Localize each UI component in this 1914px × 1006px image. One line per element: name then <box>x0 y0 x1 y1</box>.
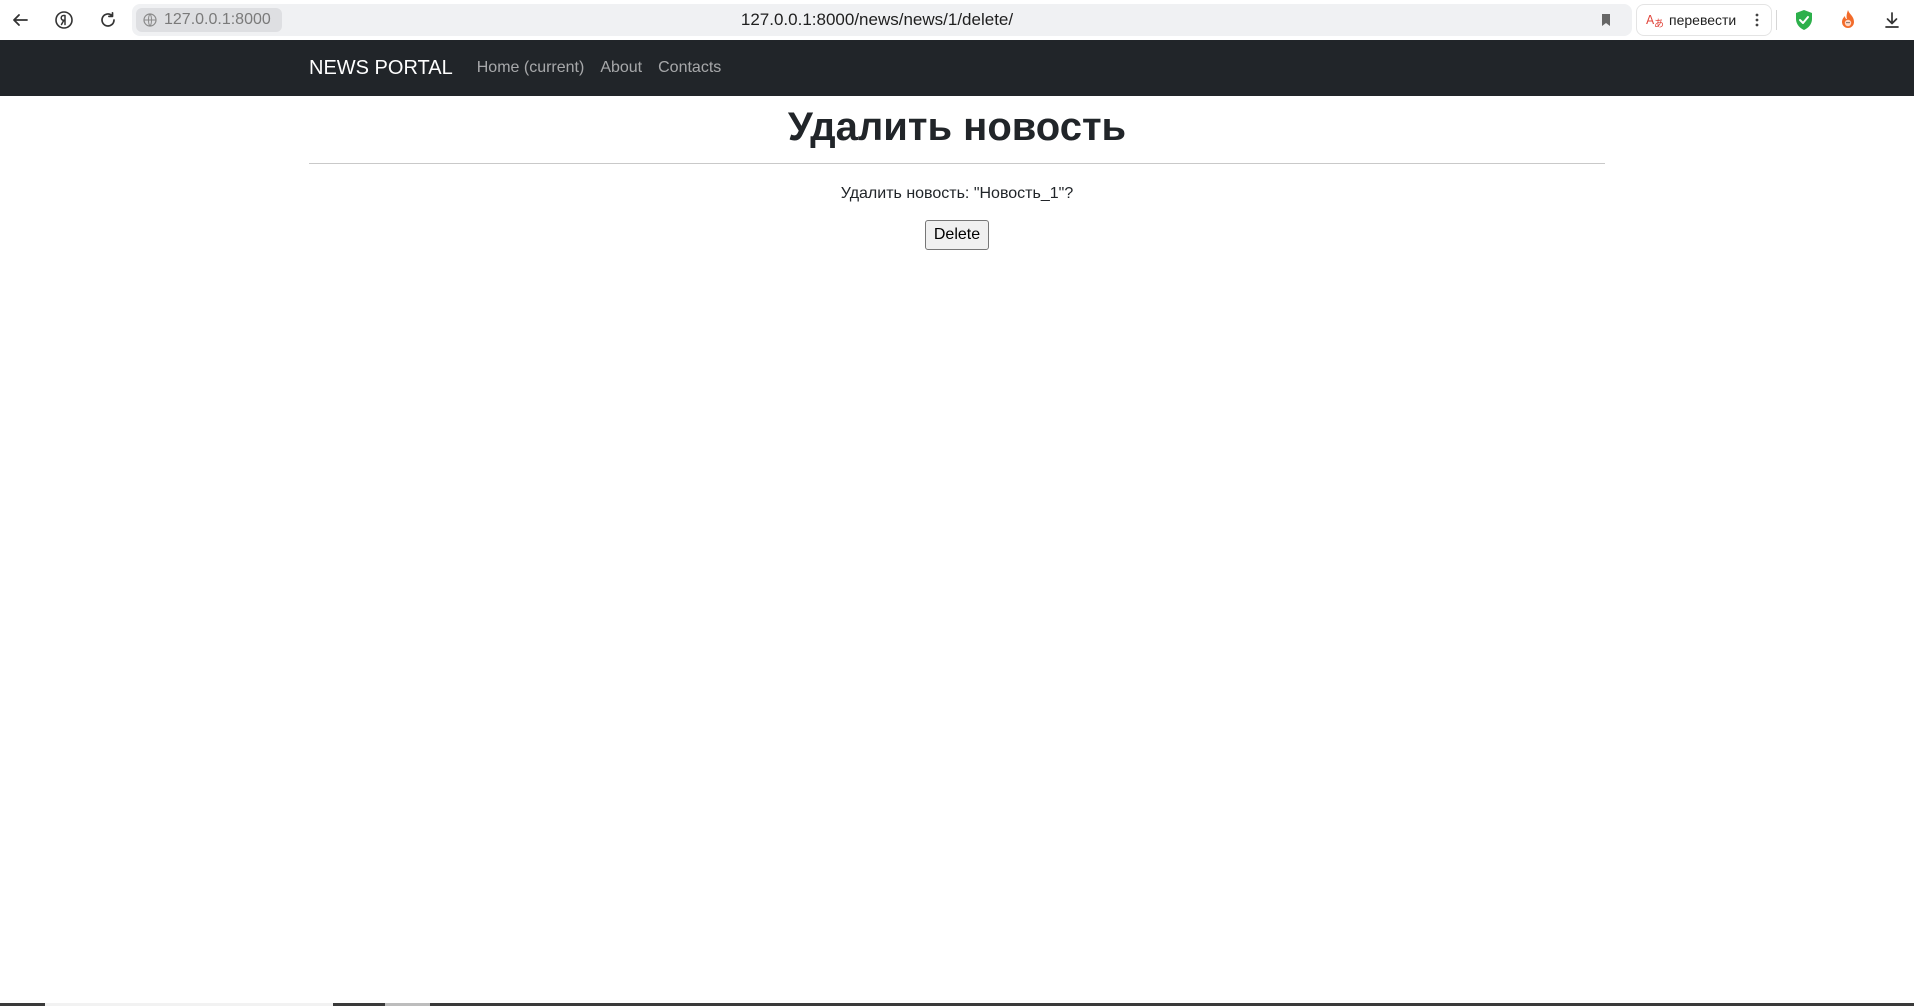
origin-text: 127.0.0.1:8000 <box>164 11 271 28</box>
button-row: Delete <box>309 220 1605 250</box>
main-content: Удалить новость Удалить новость: "Новост… <box>309 96 1605 250</box>
toolbar-separator <box>1776 10 1777 30</box>
divider <box>309 163 1605 164</box>
nav-link-home[interactable]: Home (current) <box>477 59 585 77</box>
shield-check-icon[interactable] <box>1790 6 1818 34</box>
page-title: Удалить новость <box>787 105 1127 149</box>
confirm-text: Удалить новость: "Новость_1"? <box>840 185 1074 202</box>
navbar-inner: NEWS PORTAL Home (current) About Contact… <box>309 40 737 96</box>
address-bar[interactable]: 127.0.0.1:8000/news/news/1/delete/ 127.0… <box>132 4 1632 36</box>
site-navbar: NEWS PORTAL Home (current) About Contact… <box>0 40 1914 96</box>
translate-icon: Aあ <box>1645 10 1665 30</box>
download-icon[interactable] <box>1878 6 1906 34</box>
svg-text:あ: あ <box>1654 18 1664 30</box>
more-vertical-icon[interactable] <box>1749 13 1765 27</box>
yandex-icon[interactable] <box>50 6 78 34</box>
url-text: 127.0.0.1:8000/news/news/1/delete/ <box>740 10 1014 29</box>
brand-link[interactable]: NEWS PORTAL <box>309 57 453 80</box>
nav-link-about[interactable]: About <box>600 59 642 77</box>
translate-button[interactable]: Aあ перевести <box>1636 4 1772 36</box>
site-info-chip[interactable]: 127.0.0.1:8000 <box>136 8 282 32</box>
bookmark-icon[interactable] <box>1598 12 1614 28</box>
nav-link-contacts[interactable]: Contacts <box>658 59 721 77</box>
browser-toolbar: 127.0.0.1:8000/news/news/1/delete/ 127.0… <box>0 0 1914 40</box>
reload-icon[interactable] <box>94 6 122 34</box>
arrow-left-icon[interactable] <box>6 6 34 34</box>
globe-icon <box>142 12 158 28</box>
fire-extension-icon[interactable] <box>1834 6 1862 34</box>
translate-label: перевести <box>1669 12 1737 28</box>
delete-button[interactable]: Delete <box>924 220 990 250</box>
